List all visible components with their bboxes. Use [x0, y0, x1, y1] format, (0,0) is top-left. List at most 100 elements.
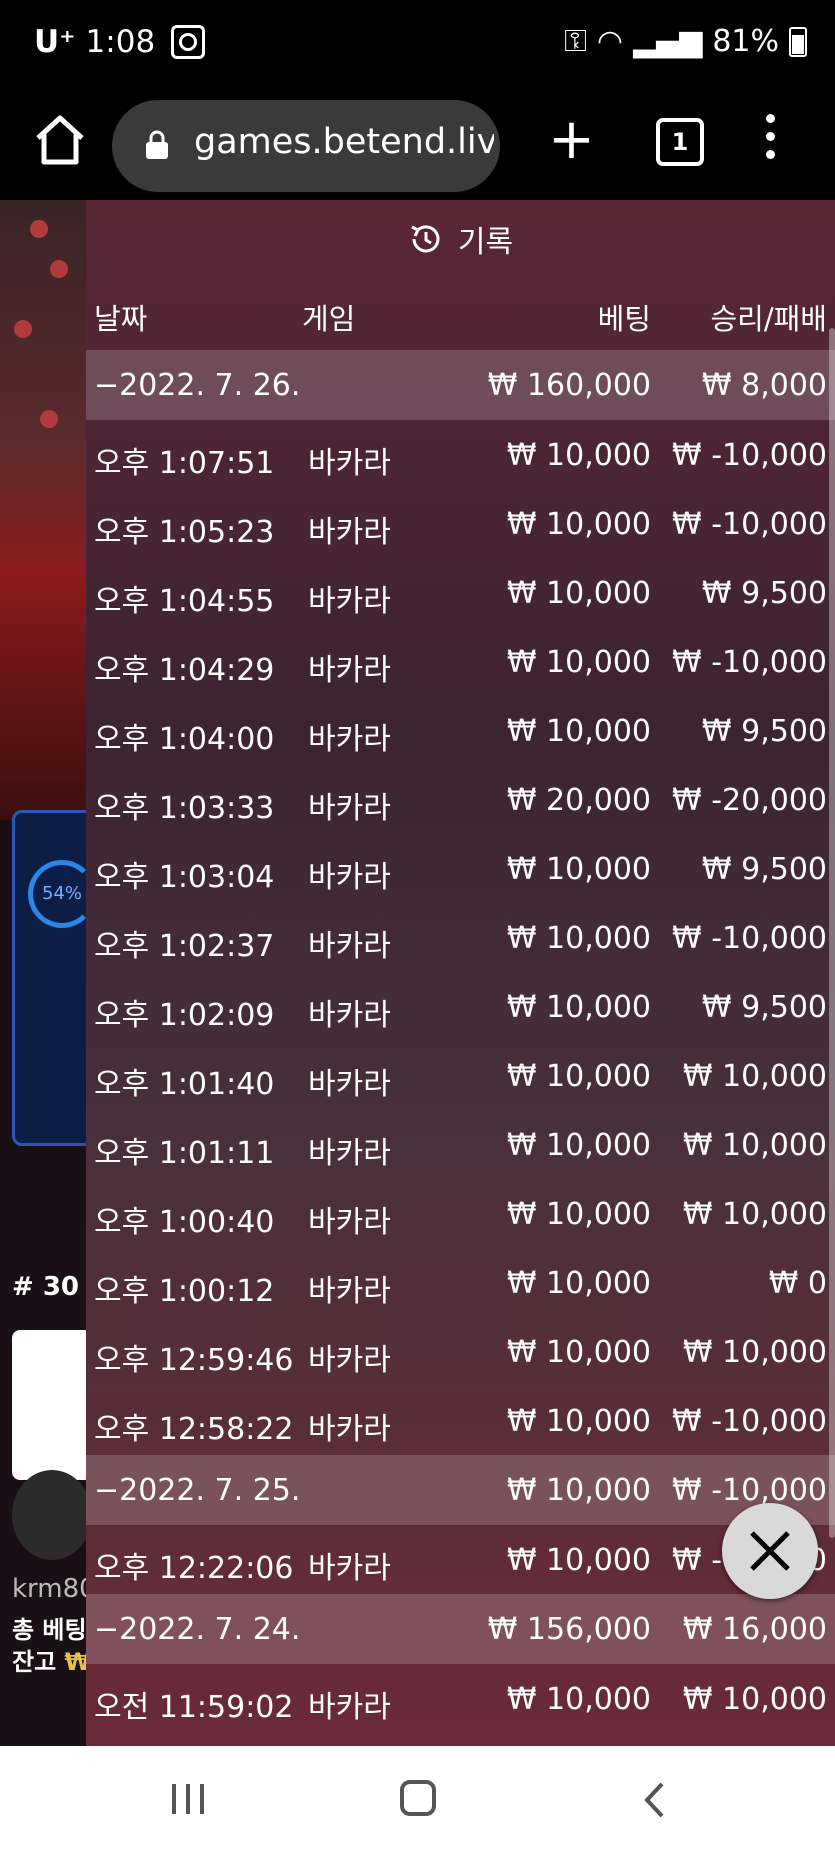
row-bet: ₩ 10,000	[506, 990, 651, 1025]
status-bar: U⁺ 1:08 ⚿ ◠ ▂▄▆ 81%	[0, 0, 835, 88]
roadmap-grid	[12, 1330, 92, 1480]
browser-menu-button[interactable]	[760, 114, 780, 170]
history-row[interactable]: 오후 1:03:33 바카라 ₩ 20,000 ₩ -20,000	[86, 765, 835, 834]
row-date: −2022. 7. 24.	[94, 1612, 301, 1647]
row-game: 바카라	[308, 653, 391, 688]
row-game: 바카라	[308, 1205, 391, 1240]
chip-button[interactable]	[12, 1470, 92, 1560]
row-game: 바카라	[308, 584, 391, 619]
row-result: ₩ 9,500	[701, 576, 827, 611]
key-icon: ⚿	[564, 24, 587, 59]
row-result: ₩ 10,000	[682, 1197, 827, 1232]
row-bet: ₩ 10,000	[506, 714, 651, 749]
row-bet: ₩ 10,000	[506, 576, 651, 611]
recent-apps-icon[interactable]	[170, 1782, 206, 1816]
row-result: ₩ 16,000	[682, 1612, 827, 1647]
row-result: ₩ 0	[768, 1266, 827, 1301]
lock-icon	[146, 130, 168, 159]
row-result: ₩ 10,000	[682, 1335, 827, 1370]
row-bet: ₩ 10,000	[506, 1473, 651, 1508]
row-game: 바카라	[308, 1551, 391, 1586]
history-row[interactable]: 오후 1:07:51 바카라 ₩ 10,000 ₩ -10,000	[86, 420, 835, 489]
row-game: 바카라	[308, 722, 391, 757]
clock: 1:08	[85, 24, 156, 60]
row-time: 오후 1:07:51	[94, 446, 275, 481]
row-time: 오전 11:59:02	[94, 1690, 294, 1725]
row-game: 바카라	[308, 1136, 391, 1171]
history-row[interactable]: 오후 1:01:40 바카라 ₩ 10,000 ₩ 10,000	[86, 1041, 835, 1110]
row-bet: ₩ 10,000	[506, 645, 651, 680]
row-result: ₩ 9,500	[701, 852, 827, 887]
back-icon[interactable]	[642, 1780, 666, 1820]
carrier-label: U⁺	[34, 24, 76, 60]
date-group-row[interactable]: −2022. 7. 25. ₩ 10,000 ₩ -10,000	[86, 1455, 835, 1525]
header-date: 날짜	[94, 302, 148, 336]
nav-home-icon[interactable]	[400, 1780, 436, 1816]
history-row[interactable]: 오전 11:59:02 바카라 ₩ 10,000 ₩ 10,000	[86, 1664, 835, 1733]
history-row[interactable]: 오후 1:04:29 바카라 ₩ 10,000 ₩ -10,000	[86, 627, 835, 696]
row-time: 오후 1:01:40	[94, 1067, 275, 1102]
header-game: 게임	[302, 302, 356, 336]
row-game: 바카라	[308, 998, 391, 1033]
row-result: ₩ -10,000	[672, 1404, 827, 1439]
row-result: ₩ 10,000	[682, 1128, 827, 1163]
row-time: 오후 1:04:55	[94, 584, 275, 619]
history-list[interactable]: −2022. 7. 26. ₩ 160,000 ₩ 8,000 오후 1:07:51 바…	[86, 350, 835, 1733]
header-bet: 베팅	[597, 302, 651, 336]
close-button[interactable]	[722, 1503, 818, 1599]
wifi-icon: ◠	[596, 24, 624, 59]
history-icon	[411, 225, 440, 253]
history-row[interactable]: 오후 1:05:23 바카라 ₩ 10,000 ₩ -10,000	[86, 489, 835, 558]
panel-title-text: 기록	[457, 225, 514, 260]
row-time: 오후 1:03:33	[94, 791, 275, 826]
row-bet: ₩ 10,000	[506, 1059, 651, 1094]
date-group-row[interactable]: −2022. 7. 24. ₩ 156,000 ₩ 16,000	[86, 1594, 835, 1664]
row-time: 오후 1:03:04	[94, 860, 275, 895]
row-result: ₩ -10,000	[672, 507, 827, 542]
row-time: 오후 1:05:23	[94, 515, 275, 550]
row-bet: ₩ 10,000	[506, 1266, 651, 1301]
row-time: 오후 1:00:12	[94, 1274, 275, 1309]
row-bet: ₩ 10,000	[506, 1404, 651, 1439]
history-row[interactable]: 오후 1:01:11 바카라 ₩ 10,000 ₩ 10,000	[86, 1110, 835, 1179]
header-win-loss: 승리/패배	[710, 302, 828, 336]
new-tab-button[interactable]: +	[548, 110, 595, 170]
row-time: 오후 1:04:00	[94, 722, 275, 757]
date-group-row[interactable]: −2022. 7. 26. ₩ 160,000 ₩ 8,000	[86, 350, 835, 420]
address-bar[interactable]: games.betend.live	[112, 100, 500, 192]
row-game: 바카라	[308, 515, 391, 550]
history-row[interactable]: 오후 1:00:40 바카라 ₩ 10,000 ₩ 10,000	[86, 1179, 835, 1248]
row-date: −2022. 7. 25.	[94, 1473, 301, 1508]
history-panel: 기록 날짜 게임 베팅 승리/패배 −2022. 7. 26. ₩ 160,000…	[86, 200, 835, 1746]
history-row[interactable]: 오후 12:59:46 바카라 ₩ 10,000 ₩ 10,000	[86, 1317, 835, 1386]
row-result: ₩ -10,000	[672, 645, 827, 680]
table-header: 날짜 게임 베팅 승리/패배	[86, 278, 835, 348]
scrollbar[interactable]	[829, 328, 835, 1538]
row-bet: ₩ 10,000	[506, 921, 651, 956]
tab-switcher-button[interactable]: 1	[656, 118, 704, 166]
row-result: ₩ -20,000	[672, 783, 827, 818]
history-row[interactable]: 오후 1:03:04 바카라 ₩ 10,000 ₩ 9,500	[86, 834, 835, 903]
row-game: 바카라	[308, 1067, 391, 1102]
row-bet: ₩ 10,000	[506, 438, 651, 473]
signal-icon: ▂▄▆	[633, 24, 703, 59]
username: krm80	[12, 1574, 96, 1604]
battery-percent: 81%	[712, 24, 779, 59]
row-game: 바카라	[308, 791, 391, 826]
history-row[interactable]: 오후 1:04:00 바카라 ₩ 10,000 ₩ 9,500	[86, 696, 835, 765]
row-bet: ₩ 10,000	[506, 1128, 651, 1163]
history-row[interactable]: 오후 1:02:09 바카라 ₩ 10,000 ₩ 9,500	[86, 972, 835, 1041]
row-result: ₩ 10,000	[682, 1059, 827, 1094]
row-bet: ₩ 10,000	[506, 852, 651, 887]
battery-icon	[789, 26, 807, 57]
history-row[interactable]: 오후 12:58:22 바카라 ₩ 10,000 ₩ -10,000	[86, 1386, 835, 1455]
history-row[interactable]: 오후 1:00:12 바카라 ₩ 10,000 ₩ 0	[86, 1248, 835, 1317]
row-time: 오후 12:59:46	[94, 1343, 294, 1378]
history-row[interactable]: 오후 1:02:37 바카라 ₩ 10,000 ₩ -10,000	[86, 903, 835, 972]
history-row[interactable]: 오후 1:04:55 바카라 ₩ 10,000 ₩ 9,500	[86, 558, 835, 627]
url-text: games.betend.live	[194, 122, 494, 162]
row-game: 바카라	[308, 1412, 391, 1447]
notification-app-icon	[171, 25, 206, 59]
close-icon	[750, 1531, 790, 1571]
home-button[interactable]	[30, 110, 90, 170]
